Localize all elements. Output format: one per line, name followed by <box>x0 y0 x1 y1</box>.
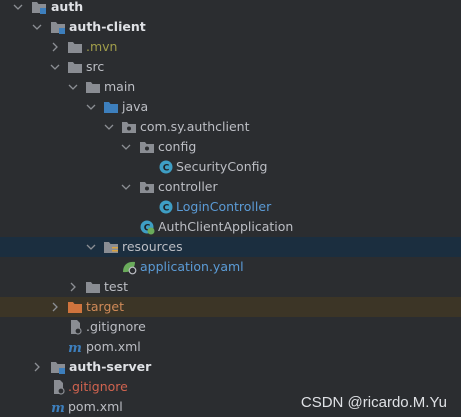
tree-label: auth <box>51 0 84 14</box>
tree-row-test[interactable]: test <box>0 277 461 297</box>
tree-row-package[interactable]: com.sy.authclient <box>0 117 461 137</box>
maven-icon: m <box>50 399 66 415</box>
resources-folder-icon <box>103 239 119 255</box>
class-icon: C <box>158 199 174 215</box>
tree-row-auth[interactable]: auth <box>0 0 461 17</box>
tree-row-config[interactable]: config <box>0 137 461 157</box>
gitignore-icon <box>50 379 66 395</box>
tree-label: pom.xml <box>86 339 141 354</box>
chevron-right-icon[interactable] <box>68 282 78 292</box>
svg-text:C: C <box>163 164 170 174</box>
tree-row-auth-client[interactable]: auth-client <box>0 17 461 37</box>
tree-row-auth-server[interactable]: auth-server <box>0 357 461 377</box>
tree-row-resources[interactable]: resources <box>0 237 461 257</box>
tree-row-gitignore-client[interactable]: .gitignore <box>0 317 461 337</box>
chevron-right-icon[interactable] <box>50 42 60 52</box>
tree-label: config <box>158 139 197 154</box>
tree-label: LoginController <box>176 199 272 214</box>
watermark: CSDN @ricardo.M.Yu <box>300 394 447 411</box>
tree-label: main <box>104 79 136 94</box>
tree-label: resources <box>122 239 183 254</box>
tree-row-controller[interactable]: controller <box>0 177 461 197</box>
tree-label: pom.xml <box>68 399 123 414</box>
svg-text:C: C <box>163 204 170 214</box>
package-icon <box>139 179 155 195</box>
tree-row-login-controller[interactable]: C LoginController <box>0 197 461 217</box>
tree-label: java <box>122 99 149 114</box>
chevron-down-icon[interactable] <box>121 182 131 192</box>
source-folder-icon <box>103 99 119 115</box>
chevron-right-icon[interactable] <box>32 362 42 372</box>
tree-row-security-config[interactable]: C SecurityConfig <box>0 157 461 177</box>
folder-icon <box>85 279 101 295</box>
tree-label: auth-client <box>69 19 146 34</box>
folder-icon <box>67 59 83 75</box>
chevron-down-icon[interactable] <box>121 142 131 152</box>
tree-row-java[interactable]: java <box>0 97 461 117</box>
svg-text:m: m <box>51 401 65 415</box>
chevron-down-icon[interactable] <box>13 2 23 12</box>
package-icon <box>121 119 137 135</box>
tree-row-src[interactable]: src <box>0 57 461 77</box>
excluded-folder-icon <box>67 299 83 315</box>
tree-label: SecurityConfig <box>176 159 268 174</box>
tree-label: test <box>104 279 129 294</box>
tree-label: auth-server <box>69 359 152 374</box>
chevron-down-icon[interactable] <box>86 102 96 112</box>
tree-label: target <box>86 299 125 314</box>
tree-row-pom-client[interactable]: m pom.xml <box>0 337 461 357</box>
folder-icon <box>85 79 101 95</box>
folder-icon <box>67 39 83 55</box>
tree-label: .gitignore <box>86 319 146 334</box>
tree-label: com.sy.authclient <box>140 119 250 134</box>
tree-label: .gitignore <box>68 379 128 394</box>
tree-row-auth-client-application[interactable]: C AuthClientApplication <box>0 217 461 237</box>
tree-row-mvn[interactable]: .mvn <box>0 37 461 57</box>
maven-icon: m <box>67 339 83 355</box>
chevron-down-icon[interactable] <box>32 22 42 32</box>
module-folder-icon <box>50 359 66 375</box>
tree-label: .mvn <box>86 39 118 54</box>
svg-text:m: m <box>68 341 82 355</box>
chevron-down-icon[interactable] <box>50 62 60 72</box>
module-folder-icon <box>50 19 66 35</box>
yaml-config-icon <box>121 259 137 275</box>
tree-row-target[interactable]: target <box>0 297 461 317</box>
tree-label: AuthClientApplication <box>158 219 294 234</box>
tree-label: application.yaml <box>140 259 244 274</box>
module-folder-icon <box>31 0 47 15</box>
chevron-down-icon[interactable] <box>104 122 114 132</box>
chevron-right-icon[interactable] <box>50 302 60 312</box>
tree-row-main[interactable]: main <box>0 77 461 97</box>
gitignore-icon <box>67 319 83 335</box>
chevron-down-icon[interactable] <box>68 82 78 92</box>
package-icon <box>139 139 155 155</box>
tree-row-application-yaml[interactable]: application.yaml <box>0 257 461 277</box>
chevron-down-icon[interactable] <box>86 242 96 252</box>
tree-label: controller <box>158 179 218 194</box>
class-icon: C <box>158 159 174 175</box>
spring-boot-app-icon: C <box>139 219 155 235</box>
tree-label: src <box>86 59 105 74</box>
